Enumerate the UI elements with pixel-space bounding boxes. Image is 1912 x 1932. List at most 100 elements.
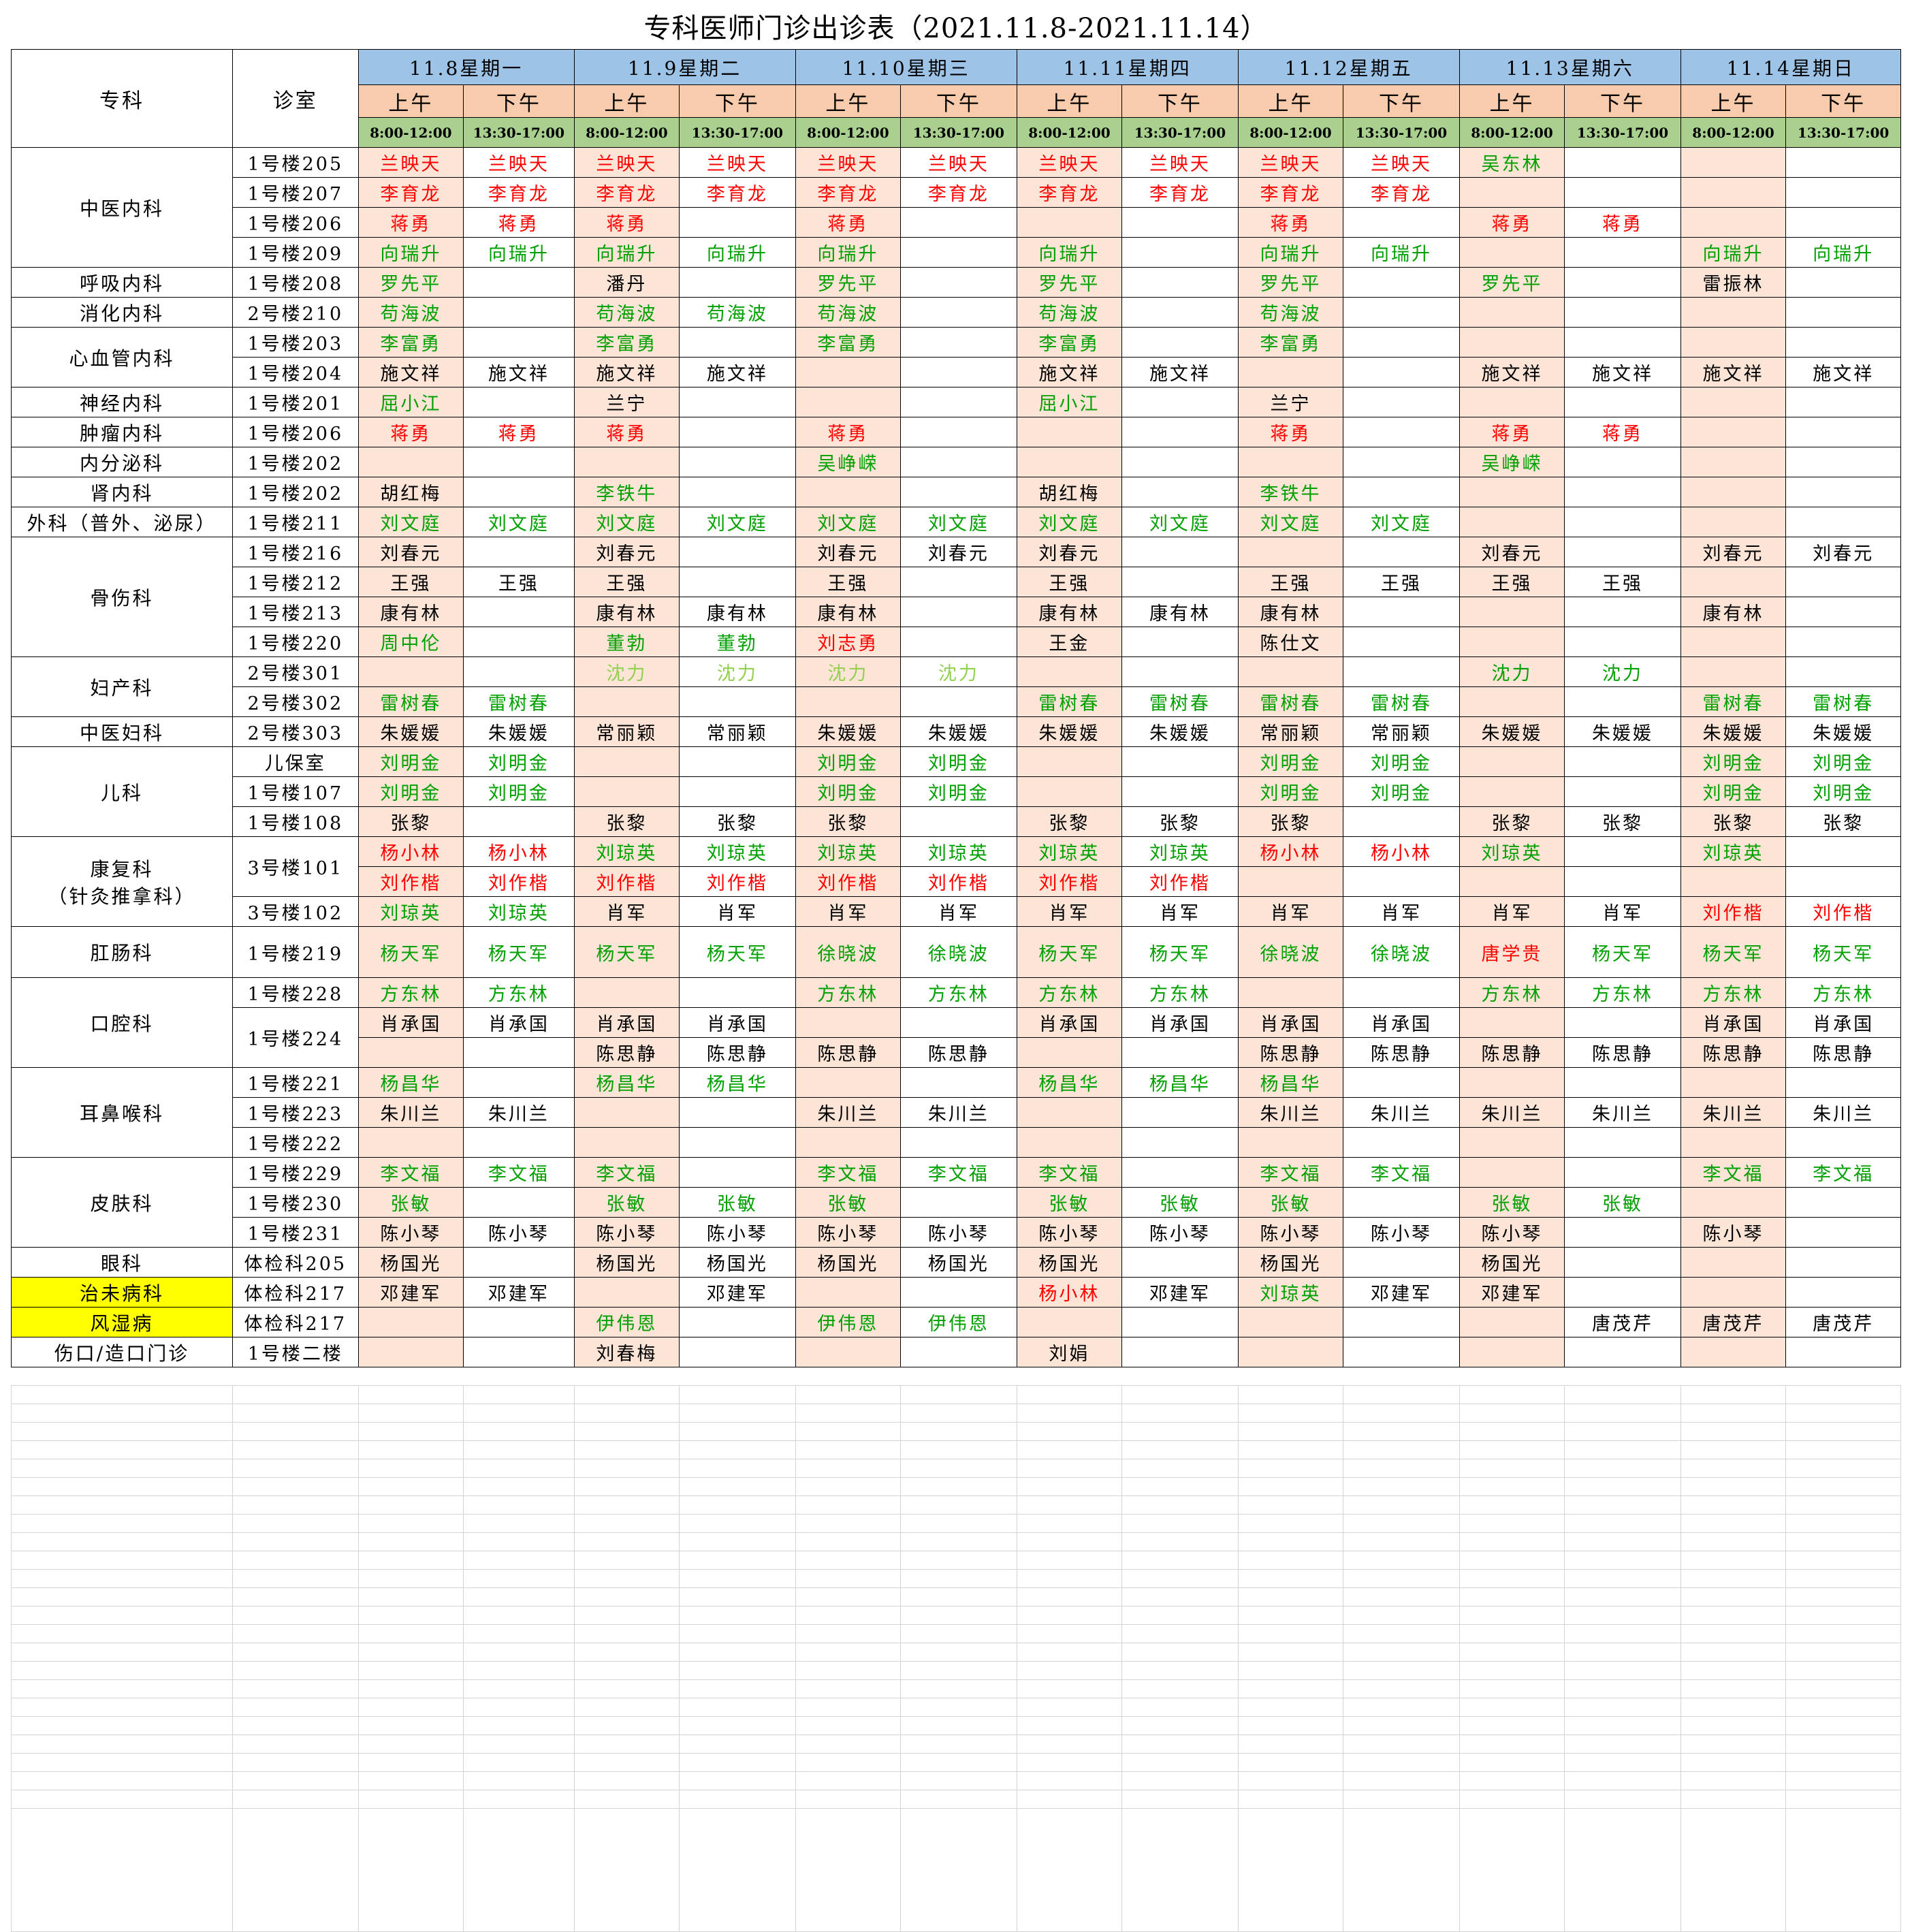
room-cell[interactable]: 2号楼301 — [232, 656, 359, 687]
doctor-cell[interactable]: 杨小林 — [357, 836, 464, 867]
empty-cell[interactable] — [679, 1624, 796, 1643]
empty-cell[interactable] — [10, 1587, 234, 1606]
doctor-cell[interactable]: 刘琼英 — [1680, 836, 1787, 867]
empty-cell[interactable] — [1564, 1716, 1681, 1735]
doctor-cell[interactable] — [1016, 776, 1123, 807]
doctor-cell[interactable]: 李文福 — [1343, 1157, 1460, 1188]
empty-cell[interactable] — [795, 1735, 902, 1754]
doctor-cell[interactable] — [1785, 387, 1901, 417]
empty-cell[interactable] — [1121, 1679, 1239, 1698]
empty-cell[interactable] — [463, 1771, 575, 1790]
empty-cell[interactable] — [795, 1753, 902, 1772]
doctor-cell[interactable] — [1785, 567, 1901, 597]
empty-cell[interactable] — [573, 1514, 680, 1533]
doctor-cell[interactable]: 杨天军 — [1121, 926, 1239, 978]
doctor-cell[interactable]: 沈力 — [1564, 656, 1681, 687]
empty-cell[interactable] — [1016, 1808, 1123, 1932]
room-cell[interactable]: 1号楼206 — [232, 417, 359, 447]
empty-cell[interactable] — [1564, 1495, 1681, 1515]
empty-cell[interactable] — [1121, 1569, 1239, 1588]
empty-cell[interactable] — [10, 1771, 234, 1790]
doctor-cell[interactable]: 张敏 — [679, 1187, 796, 1218]
header-pm[interactable]: 下午 — [1121, 84, 1239, 118]
empty-cell[interactable] — [1237, 1790, 1344, 1809]
doctor-cell[interactable]: 徐晓波 — [795, 926, 902, 978]
doctor-cell[interactable] — [1459, 866, 1565, 897]
empty-cell[interactable] — [1459, 1679, 1565, 1698]
doctor-cell[interactable]: 杨国光 — [679, 1247, 796, 1278]
doctor-cell[interactable]: 兰映天 — [357, 147, 464, 178]
empty-cell[interactable] — [573, 1587, 680, 1606]
doctor-cell[interactable] — [795, 357, 902, 387]
empty-cell[interactable] — [463, 1440, 575, 1459]
doctor-cell[interactable]: 杨国光 — [900, 1247, 1017, 1278]
dept-cell[interactable]: 肾内科 — [10, 477, 234, 507]
doctor-cell[interactable]: 张黎 — [1237, 806, 1344, 837]
doctor-cell[interactable]: 杨国光 — [795, 1247, 902, 1278]
doctor-cell[interactable]: 雷树春 — [1016, 686, 1123, 717]
empty-cell[interactable] — [463, 1661, 575, 1680]
empty-cell[interactable] — [1459, 1624, 1565, 1643]
empty-cell[interactable] — [463, 1643, 575, 1662]
empty-cell[interactable] — [1237, 1532, 1344, 1551]
doctor-cell[interactable] — [679, 776, 796, 807]
empty-cell[interactable] — [1237, 1771, 1344, 1790]
empty-cell[interactable] — [1459, 1569, 1565, 1588]
empty-cell[interactable] — [1237, 1385, 1344, 1404]
doctor-cell[interactable]: 李育龙 — [573, 177, 680, 208]
doctor-cell[interactable]: 雷振林 — [1680, 267, 1787, 298]
doctor-cell[interactable]: 向瑞升 — [1785, 237, 1901, 268]
empty-cell[interactable] — [679, 1422, 796, 1441]
empty-cell[interactable] — [1564, 1643, 1681, 1662]
empty-cell[interactable] — [463, 1477, 575, 1496]
doctor-cell[interactable]: 杨国光 — [1016, 1247, 1123, 1278]
doctor-cell[interactable]: 刘明金 — [357, 746, 464, 777]
room-cell[interactable]: 1号楼229 — [232, 1157, 359, 1188]
empty-cell[interactable] — [573, 1716, 680, 1735]
empty-cell[interactable] — [1785, 1606, 1901, 1625]
empty-cell[interactable] — [1121, 1477, 1239, 1496]
doctor-cell[interactable]: 杨天军 — [357, 926, 464, 978]
room-cell[interactable]: 1号楼205 — [232, 147, 359, 178]
empty-cell[interactable] — [1343, 1735, 1460, 1754]
empty-cell[interactable] — [1459, 1661, 1565, 1680]
room-cell[interactable]: 1号楼231 — [232, 1217, 359, 1248]
header-pm-time[interactable]: 13:30-17:00 — [1343, 117, 1460, 148]
empty-cell[interactable] — [1785, 1404, 1901, 1423]
doctor-cell[interactable]: 雷树春 — [357, 686, 464, 717]
doctor-cell[interactable]: 李铁牛 — [1237, 477, 1344, 507]
doctor-cell[interactable]: 雷树春 — [1121, 686, 1239, 717]
empty-cell[interactable] — [1459, 1422, 1565, 1441]
doctor-cell[interactable]: 向瑞升 — [1680, 237, 1787, 268]
doctor-cell[interactable] — [1459, 686, 1565, 717]
header-pm[interactable]: 下午 — [1343, 84, 1460, 118]
doctor-cell[interactable]: 屈小江 — [357, 387, 464, 417]
dept-cell[interactable]: 骨伤科 — [10, 537, 234, 657]
room-cell[interactable]: 1号楼213 — [232, 597, 359, 627]
empty-cell[interactable] — [1785, 1698, 1901, 1717]
doctor-cell[interactable]: 蒋勇 — [573, 207, 680, 238]
header-pm-time[interactable]: 13:30-17:00 — [679, 117, 796, 148]
doctor-cell[interactable] — [679, 1097, 796, 1128]
doctor-cell[interactable]: 朱川兰 — [1680, 1097, 1787, 1128]
empty-cell[interactable] — [10, 1495, 234, 1515]
empty-cell[interactable] — [232, 1771, 359, 1790]
doctor-cell[interactable] — [1564, 1277, 1681, 1308]
empty-cell[interactable] — [1680, 1790, 1787, 1809]
empty-cell[interactable] — [795, 1532, 902, 1551]
doctor-cell[interactable]: 杨天军 — [463, 926, 575, 978]
doctor-cell[interactable]: 杨天军 — [1785, 926, 1901, 978]
doctor-cell[interactable]: 朱川兰 — [1237, 1097, 1344, 1128]
empty-cell[interactable] — [679, 1551, 796, 1570]
empty-cell[interactable] — [1121, 1422, 1239, 1441]
empty-cell[interactable] — [357, 1440, 464, 1459]
doctor-cell[interactable] — [357, 1127, 464, 1158]
doctor-cell[interactable]: 向瑞升 — [679, 237, 796, 268]
empty-cell[interactable] — [232, 1514, 359, 1533]
empty-cell[interactable] — [1237, 1735, 1344, 1754]
doctor-cell[interactable]: 肖承国 — [1343, 1007, 1460, 1038]
doctor-cell[interactable] — [1343, 597, 1460, 627]
doctor-cell[interactable]: 蒋勇 — [357, 417, 464, 447]
doctor-cell[interactable] — [1121, 567, 1239, 597]
header-am[interactable]: 上午 — [1237, 84, 1344, 118]
